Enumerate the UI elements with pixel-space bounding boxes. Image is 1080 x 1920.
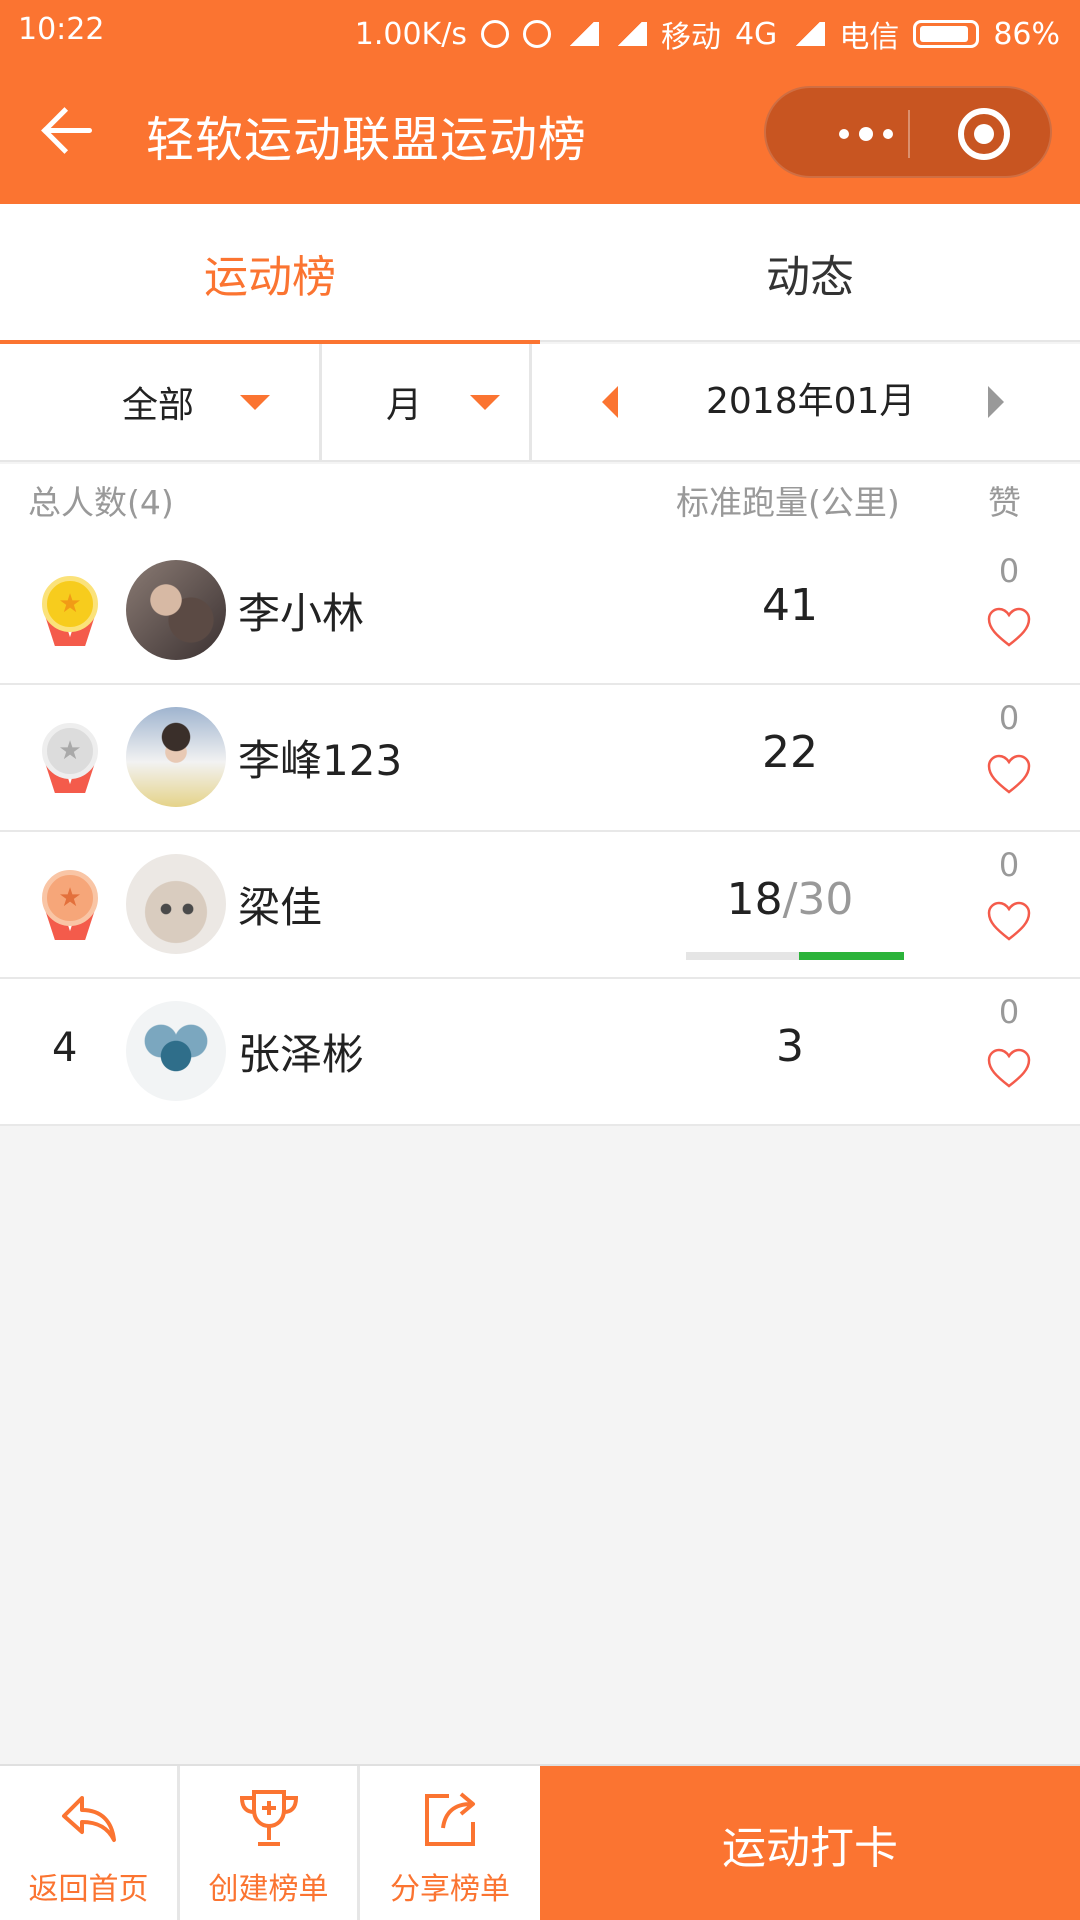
status-indicators: 1.00K/s 移动 4G 电信 86%: [355, 12, 1060, 56]
mute-icon: [480, 20, 509, 48]
avatar[interactable]: [126, 1001, 226, 1101]
alarm-icon: [522, 20, 551, 48]
page-title: 轻软运动联盟运动榜: [146, 112, 588, 168]
share-icon: [425, 1792, 475, 1846]
home-button[interactable]: 返回首页: [0, 1766, 180, 1920]
heart-icon[interactable]: [986, 606, 1032, 648]
create-label: 创建榜单: [208, 1872, 329, 1907]
avatar[interactable]: [126, 854, 226, 954]
status-time: 10:22: [18, 12, 105, 47]
battery-icon: [913, 20, 980, 48]
total-count: 总人数(4): [28, 483, 174, 522]
distance-target: /30: [782, 874, 854, 925]
miniprogram-capsule: [764, 86, 1052, 178]
rank-number: 4: [52, 1025, 78, 1071]
distance-header: 标准跑量(公里): [676, 483, 900, 522]
home-label: 返回首页: [28, 1872, 149, 1907]
carrier-2: 电信: [839, 20, 900, 55]
caret-down-icon: [470, 394, 501, 410]
filter-row: 全部 月 2018年01月: [0, 344, 1080, 462]
heart-icon[interactable]: [986, 753, 1032, 795]
bottom-bar: 返回首页 创建榜单 分享榜单 运动打卡: [0, 1764, 1080, 1920]
heart-icon[interactable]: [986, 900, 1032, 942]
period-dropdown[interactable]: 月: [322, 344, 532, 460]
trophy-icon: [239, 1790, 298, 1846]
gold-medal-icon: ★: [40, 576, 100, 656]
signal-icon-2: [791, 22, 826, 46]
next-month-icon[interactable]: [988, 386, 1004, 418]
status-bar: 10:22 1.00K/s 移动 4G 电信 86%: [0, 0, 1080, 62]
like-count: 0: [998, 699, 1020, 737]
share-board-button[interactable]: 分享榜单: [360, 1766, 540, 1920]
create-board-button[interactable]: 创建榜单: [180, 1766, 360, 1920]
scope-dropdown[interactable]: 全部: [0, 344, 322, 460]
more-menu-icon[interactable]: [826, 114, 906, 154]
top-bar: 10:22 1.00K/s 移动 4G 电信 86% 轻软运动联盟运动榜: [0, 0, 1080, 204]
capsule-divider: [908, 110, 910, 158]
tab-bar: 运动榜 动态: [0, 204, 1080, 344]
user-name: 张泽彬: [238, 1030, 365, 1079]
like-count: 0: [998, 993, 1020, 1031]
table-row[interactable]: ★ 李峰123 22 0: [0, 685, 1080, 832]
reply-arrow-icon: [61, 1796, 116, 1842]
bronze-medal-icon: ★: [40, 870, 100, 950]
back-arrow-icon[interactable]: [40, 100, 100, 160]
user-name: 梁佳: [238, 883, 323, 932]
network-speed: 1.00K/s: [354, 16, 467, 52]
checkin-button[interactable]: 运动打卡: [540, 1766, 1080, 1920]
goal-progress-bar: [686, 952, 904, 960]
avatar[interactable]: [126, 560, 226, 660]
distance-value: 18/30: [726, 874, 854, 925]
user-name: 李峰123: [238, 736, 403, 785]
leaderboard-list: ★ 李小林 41 0 ★ 李峰123 22 0 ★ 梁佳 18/30 0 4 张…: [0, 538, 1080, 1126]
battery-level: 86%: [993, 16, 1060, 52]
share-label: 分享榜单: [390, 1872, 510, 1907]
close-target-icon[interactable]: [958, 108, 1010, 160]
table-row[interactable]: ★ 李小林 41 0: [0, 538, 1080, 685]
carrier-1: 移动: [660, 20, 721, 55]
tab-leaderboard[interactable]: 运动榜: [0, 204, 540, 344]
like-count: 0: [998, 846, 1020, 884]
progress-fill: [799, 952, 904, 960]
likes-header: 赞: [988, 483, 1021, 522]
distance-value: 22: [762, 727, 818, 778]
period-label: 月: [386, 385, 423, 426]
like-count: 0: [998, 552, 1020, 590]
distance-value: 3: [776, 1021, 804, 1072]
heart-icon[interactable]: [986, 1047, 1032, 1089]
prev-month-icon[interactable]: [602, 386, 618, 418]
silver-medal-icon: ★: [40, 723, 100, 803]
signal-icon: [612, 22, 647, 46]
avatar[interactable]: [126, 707, 226, 807]
wifi-icon: [564, 22, 599, 46]
network-type: 4G: [734, 16, 778, 52]
list-header: 总人数(4) 标准跑量(公里) 赞: [0, 464, 1080, 538]
caret-down-icon: [240, 394, 271, 410]
table-row[interactable]: 4 张泽彬 3 0: [0, 979, 1080, 1126]
table-row[interactable]: ★ 梁佳 18/30 0: [0, 832, 1080, 979]
tab-activity[interactable]: 动态: [540, 204, 1080, 342]
distance-value: 41: [762, 580, 818, 631]
scope-label: 全部: [122, 385, 195, 426]
user-name: 李小林: [238, 589, 365, 638]
date-label: 2018年01月: [706, 381, 916, 422]
